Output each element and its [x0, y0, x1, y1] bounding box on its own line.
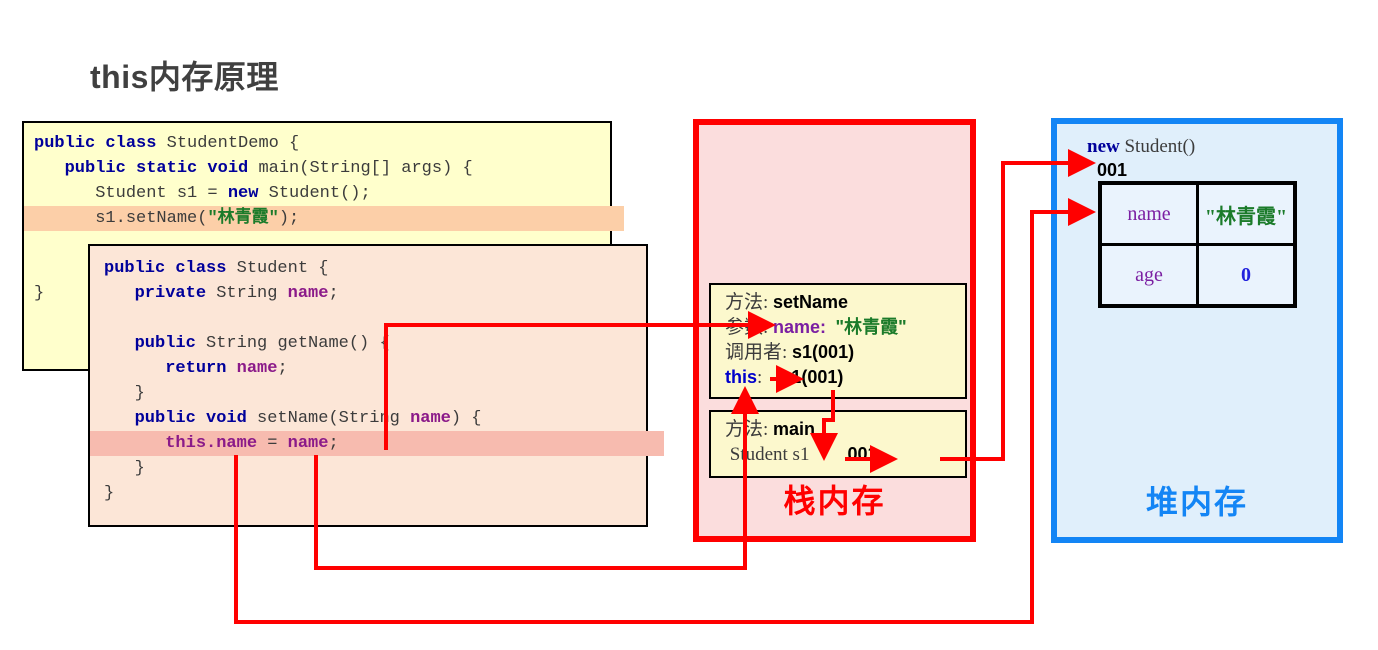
heap-new-expression: new Student() [1087, 136, 1196, 157]
code-line: } [104, 484, 115, 503]
code-line: public class StudentDemo { [34, 134, 300, 153]
field-name-key: name [1098, 181, 1199, 246]
heap-memory-region: new Student() 001 name "林青霞" age 0 堆内存 [1051, 118, 1343, 543]
code-line: this.name = name; [90, 431, 664, 456]
field-age-value: 0 [1196, 243, 1297, 308]
frame-row-variable-s1: Student s1 001 [729, 444, 878, 465]
code-line: public String getName() { [104, 334, 390, 353]
code-line: return name; [104, 359, 288, 378]
code-line: } [104, 384, 145, 403]
code-line: s1.setName("林青霞"); [24, 206, 624, 231]
code-block-student: public class Student { private String na… [88, 244, 664, 527]
field-name-value: "林青霞" [1196, 181, 1297, 246]
heap-object-address: 001 [1097, 160, 1128, 180]
stack-frame-main: 方法: main Student s1 001 [709, 410, 967, 478]
code-line: public void setName(String name) { [104, 409, 482, 428]
table-row: name "林青霞" [1098, 181, 1297, 246]
field-age-key: age [1098, 243, 1199, 308]
stack-memory-label: 栈内存 [783, 483, 886, 519]
heap-memory-label: 堆内存 [1145, 484, 1248, 520]
frame-row-params: 参数: name: "林青霞" [725, 317, 907, 338]
page-title: this内存原理 [90, 59, 279, 95]
stack-frame-setname: 方法: setName 参数: name: "林青霞" 调用者: s1(001)… [709, 283, 967, 399]
frame-row-this: this: s1(001) [725, 367, 844, 388]
frame-row-method-main: 方法: main [725, 419, 816, 440]
diagram-canvas: this内存原理 public class StudentDemo { publ… [0, 0, 1378, 650]
code-line: public static void main(String[] args) { [34, 159, 473, 178]
table-row: age 0 [1098, 243, 1297, 308]
code-line: private String name; [104, 284, 339, 303]
code-line: Student s1 = new Student(); [34, 184, 371, 203]
heap-object-fields-table: name "林青霞" age 0 [1098, 181, 1297, 308]
code-line: public class Student { [104, 259, 329, 278]
frame-row-caller: 调用者: s1(001) [725, 342, 855, 363]
code-line: } [104, 459, 145, 478]
frame-row-method: 方法: setName [725, 292, 849, 313]
